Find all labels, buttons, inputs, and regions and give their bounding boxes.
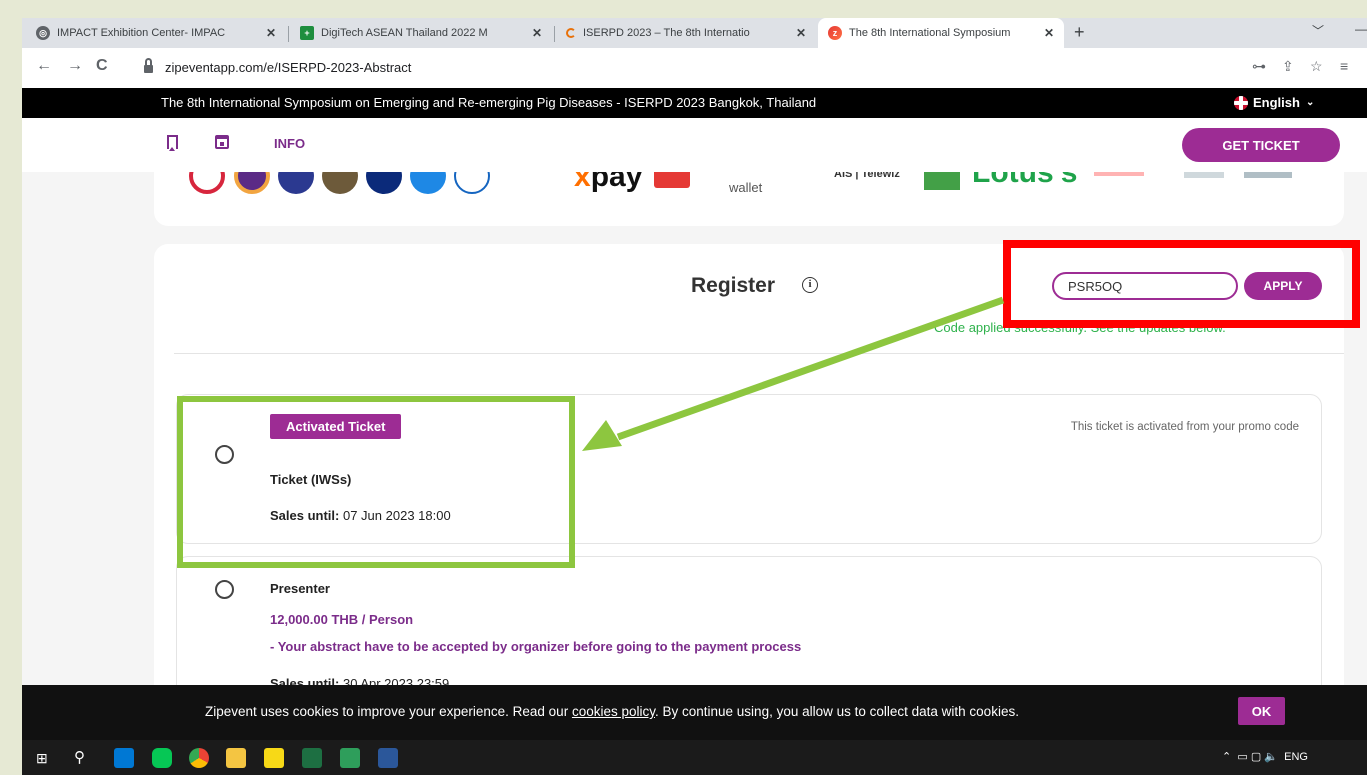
tray-chevron-icon[interactable]: ⌃ (1222, 751, 1231, 763)
system-tray[interactable]: ⌃ ▭ ▢ 🔈 ENG (1222, 750, 1308, 763)
windows-start-icon[interactable]: ⊞ (36, 750, 48, 767)
annotation-arrow (582, 296, 1005, 451)
windows-taskbar: ⊞ ⚲ ⌃ ▭ ▢ 🔈 ENG (22, 740, 1367, 775)
arrow-shaft (616, 296, 1005, 441)
network-icon[interactable]: ▭ (1237, 751, 1247, 763)
language-indicator[interactable]: ENG (1284, 751, 1308, 763)
display-icon[interactable]: ▢ (1251, 751, 1261, 763)
outlook-icon[interactable] (114, 748, 134, 768)
cookies-policy-link[interactable]: cookies policy (572, 704, 655, 719)
cookie-ok-button[interactable]: OK (1238, 697, 1285, 725)
line-icon[interactable] (152, 748, 172, 768)
volume-icon[interactable]: 🔈 (1264, 751, 1278, 763)
arrow-head (582, 420, 622, 451)
image-app-icon[interactable] (340, 748, 360, 768)
cookie-banner: Zipevent uses cookies to improve your ex… (22, 685, 1367, 740)
chrome-icon[interactable] (189, 748, 209, 768)
file-explorer-icon[interactable] (226, 748, 246, 768)
word-icon[interactable] (378, 748, 398, 768)
search-icon[interactable]: ⚲ (74, 748, 85, 766)
cookie-text: Zipevent uses cookies to improve your ex… (205, 704, 1019, 719)
excel-icon[interactable] (302, 748, 322, 768)
sticky-notes-icon[interactable] (264, 748, 284, 768)
